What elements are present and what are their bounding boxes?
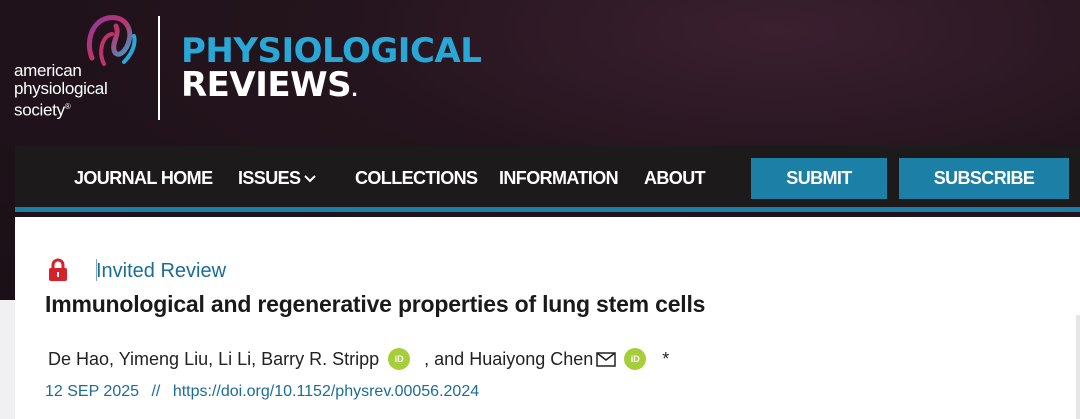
nav-issues[interactable]: ISSUES [238,168,317,189]
authors-last[interactable]: , and Huaiyong Chen [424,349,593,370]
journal-title-line2-text: REVIEWS [181,65,352,105]
aps-logo[interactable]: american physiological society® [14,14,142,124]
nav-collections[interactable]: COLLECTIONS [355,168,478,189]
nav-journal-home[interactable]: JOURNAL HOME [74,168,213,189]
nav-issues-label: ISSUES [238,168,301,188]
article-type-label: Invited Review [96,260,227,282]
aps-wordmark: american physiological society® [14,61,108,120]
orcid-icon[interactable]: iD [388,348,411,370]
journal-title-line2: REVIEWS. [181,68,481,108]
author-list: De Hao, Yimeng Liu, Li Li, Barry R. Stri… [48,348,669,370]
article-type[interactable]: Invited Review [96,260,226,283]
main-navigation: JOURNAL HOME ISSUES COLLECTIONS INFORMAT… [15,146,1080,212]
article-title: Immunological and regenerative propertie… [45,291,706,317]
lock-icon [49,258,67,281]
publication-date: 12 SEP 2025 [45,383,140,400]
page-edge-accent [1076,315,1080,419]
authors-first[interactable]: De Hao, Yimeng Liu, Li Li, Barry R. Stri… [48,349,379,370]
article-header: Invited Review Immunological and regener… [15,217,1080,419]
doi-link[interactable]: https://doi.org/10.1152/physrev.00056.20… [173,383,479,400]
journal-title-dot: . [351,80,358,101]
aps-word-3-text: society [14,100,65,120]
mail-icon[interactable] [596,351,617,367]
submit-button[interactable]: SUBMIT [751,158,887,199]
nav-about[interactable]: ABOUT [644,168,706,189]
journal-logo[interactable]: PHYSIOLOGICAL REVIEWS. [181,31,482,108]
logo-divider [158,16,160,120]
corresponding-author-marker: * [662,348,670,369]
journal-title-line1: PHYSIOLOGICAL [181,31,482,71]
article-meta: 12 SEP 2025 // https://doi.org/10.1152/p… [45,383,487,401]
chevron-down-icon [304,175,317,183]
aps-word-1: american [14,61,82,80]
meta-separator: // [151,383,161,400]
registered-mark: ® [64,102,71,111]
aps-word-3: society® [14,98,107,120]
aps-word-2: physiological [14,79,108,98]
subscribe-button[interactable]: SUBSCRIBE [899,158,1069,199]
orcid-icon[interactable]: iD [624,348,647,370]
nav-information[interactable]: INFORMATION [499,168,619,189]
